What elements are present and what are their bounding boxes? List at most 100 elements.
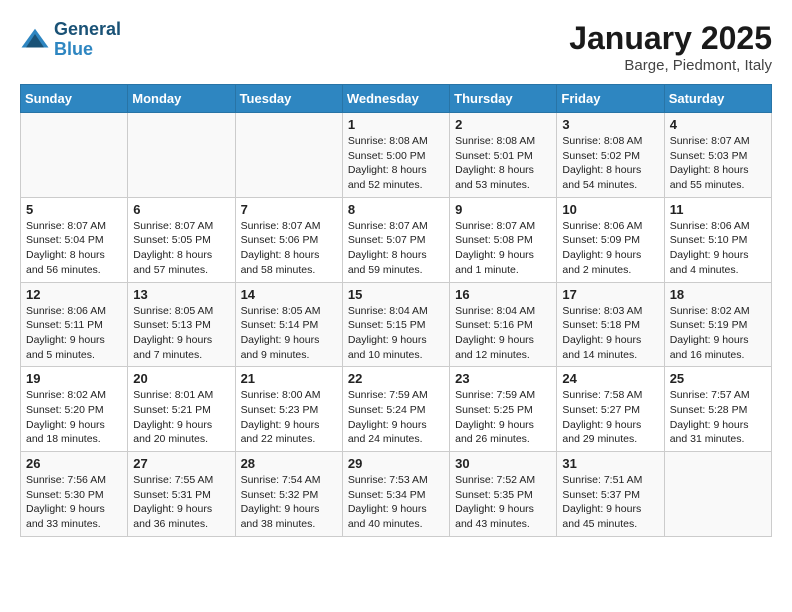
day-number: 9 bbox=[455, 202, 551, 217]
day-info: Sunrise: 7:56 AM Sunset: 5:30 PM Dayligh… bbox=[26, 473, 122, 532]
calendar-cell: 23 Sunrise: 7:59 AM Sunset: 5:25 PM Dayli… bbox=[450, 367, 557, 452]
day-info: Sunrise: 7:59 AM Sunset: 5:24 PM Dayligh… bbox=[348, 388, 444, 447]
logo-line1: General bbox=[54, 19, 121, 39]
day-info: Sunrise: 8:07 AM Sunset: 5:06 PM Dayligh… bbox=[241, 219, 337, 278]
day-info: Sunrise: 7:54 AM Sunset: 5:32 PM Dayligh… bbox=[241, 473, 337, 532]
day-info: Sunrise: 8:06 AM Sunset: 5:09 PM Dayligh… bbox=[562, 219, 658, 278]
day-info: Sunrise: 8:01 AM Sunset: 5:21 PM Dayligh… bbox=[133, 388, 229, 447]
calendar-cell: 12 Sunrise: 8:06 AM Sunset: 5:11 PM Dayli… bbox=[21, 282, 128, 367]
day-number: 16 bbox=[455, 287, 551, 302]
day-number: 25 bbox=[670, 371, 766, 386]
day-number: 21 bbox=[241, 371, 337, 386]
day-number: 11 bbox=[670, 202, 766, 217]
calendar-cell: 28 Sunrise: 7:54 AM Sunset: 5:32 PM Dayli… bbox=[235, 452, 342, 537]
calendar-cell: 27 Sunrise: 7:55 AM Sunset: 5:31 PM Dayli… bbox=[128, 452, 235, 537]
day-number: 7 bbox=[241, 202, 337, 217]
calendar-cell: 25 Sunrise: 7:57 AM Sunset: 5:28 PM Dayli… bbox=[664, 367, 771, 452]
calendar-cell: 6 Sunrise: 8:07 AM Sunset: 5:05 PM Daylig… bbox=[128, 197, 235, 282]
calendar-cell: 1Sunrise: 8:08 AM Sunset: 5:00 PM Daylig… bbox=[342, 113, 449, 198]
day-number: 22 bbox=[348, 371, 444, 386]
header-saturday: Saturday bbox=[664, 85, 771, 113]
day-info: Sunrise: 7:52 AM Sunset: 5:35 PM Dayligh… bbox=[455, 473, 551, 532]
month-title: January 2025 bbox=[569, 20, 772, 57]
header-sunday: Sunday bbox=[21, 85, 128, 113]
logo-line2: Blue bbox=[54, 39, 93, 59]
day-number: 18 bbox=[670, 287, 766, 302]
day-number: 29 bbox=[348, 456, 444, 471]
calendar-cell: 31 Sunrise: 7:51 AM Sunset: 5:37 PM Dayli… bbox=[557, 452, 664, 537]
day-number: 28 bbox=[241, 456, 337, 471]
header-wednesday: Wednesday bbox=[342, 85, 449, 113]
calendar-cell: 9Sunrise: 8:07 AM Sunset: 5:08 PM Daylig… bbox=[450, 197, 557, 282]
calendar-cell: 19 Sunrise: 8:02 AM Sunset: 5:20 PM Dayli… bbox=[21, 367, 128, 452]
calendar-cell: 22 Sunrise: 7:59 AM Sunset: 5:24 PM Dayli… bbox=[342, 367, 449, 452]
day-number: 6 bbox=[133, 202, 229, 217]
calendar-cell: 21 Sunrise: 8:00 AM Sunset: 5:23 PM Dayli… bbox=[235, 367, 342, 452]
calendar-week-3: 12 Sunrise: 8:06 AM Sunset: 5:11 PM Dayli… bbox=[21, 282, 772, 367]
day-info: Sunrise: 8:07 AM Sunset: 5:07 PM Dayligh… bbox=[348, 219, 444, 278]
calendar-week-2: 5Sunrise: 8:07 AM Sunset: 5:04 PM Daylig… bbox=[21, 197, 772, 282]
calendar-cell: 10 Sunrise: 8:06 AM Sunset: 5:09 PM Dayli… bbox=[557, 197, 664, 282]
day-number: 26 bbox=[26, 456, 122, 471]
day-number: 4 bbox=[670, 117, 766, 132]
day-info: Sunrise: 8:07 AM Sunset: 5:05 PM Dayligh… bbox=[133, 219, 229, 278]
logo-icon bbox=[20, 25, 50, 55]
location: Barge, Piedmont, Italy bbox=[569, 57, 772, 74]
calendar-cell: 24Sunrise: 7:58 AM Sunset: 5:27 PM Dayli… bbox=[557, 367, 664, 452]
day-info: Sunrise: 8:00 AM Sunset: 5:23 PM Dayligh… bbox=[241, 388, 337, 447]
day-info: Sunrise: 8:05 AM Sunset: 5:13 PM Dayligh… bbox=[133, 304, 229, 363]
day-number: 2 bbox=[455, 117, 551, 132]
day-info: Sunrise: 7:55 AM Sunset: 5:31 PM Dayligh… bbox=[133, 473, 229, 532]
day-number: 15 bbox=[348, 287, 444, 302]
header-friday: Friday bbox=[557, 85, 664, 113]
calendar-cell: 14Sunrise: 8:05 AM Sunset: 5:14 PM Dayli… bbox=[235, 282, 342, 367]
day-number: 17 bbox=[562, 287, 658, 302]
calendar-cell: 8 Sunrise: 8:07 AM Sunset: 5:07 PM Daylig… bbox=[342, 197, 449, 282]
calendar-table: SundayMondayTuesdayWednesdayThursdayFrid… bbox=[20, 84, 772, 537]
calendar-header-row: SundayMondayTuesdayWednesdayThursdayFrid… bbox=[21, 85, 772, 113]
day-number: 8 bbox=[348, 202, 444, 217]
day-number: 27 bbox=[133, 456, 229, 471]
calendar-cell: 30Sunrise: 7:52 AM Sunset: 5:35 PM Dayli… bbox=[450, 452, 557, 537]
day-number: 1 bbox=[348, 117, 444, 132]
day-info: Sunrise: 7:58 AM Sunset: 5:27 PM Dayligh… bbox=[562, 388, 658, 447]
day-info: Sunrise: 7:51 AM Sunset: 5:37 PM Dayligh… bbox=[562, 473, 658, 532]
calendar-cell: 3 Sunrise: 8:08 AM Sunset: 5:02 PM Daylig… bbox=[557, 113, 664, 198]
day-number: 12 bbox=[26, 287, 122, 302]
day-number: 3 bbox=[562, 117, 658, 132]
calendar-week-1: 1Sunrise: 8:08 AM Sunset: 5:00 PM Daylig… bbox=[21, 113, 772, 198]
calendar-cell: 2 Sunrise: 8:08 AM Sunset: 5:01 PM Daylig… bbox=[450, 113, 557, 198]
header-monday: Monday bbox=[128, 85, 235, 113]
calendar-week-5: 26 Sunrise: 7:56 AM Sunset: 5:30 PM Dayli… bbox=[21, 452, 772, 537]
header-tuesday: Tuesday bbox=[235, 85, 342, 113]
calendar-cell: 17Sunrise: 8:03 AM Sunset: 5:18 PM Dayli… bbox=[557, 282, 664, 367]
day-info: Sunrise: 8:04 AM Sunset: 5:16 PM Dayligh… bbox=[455, 304, 551, 363]
calendar-cell: 16 Sunrise: 8:04 AM Sunset: 5:16 PM Dayli… bbox=[450, 282, 557, 367]
day-info: Sunrise: 7:57 AM Sunset: 5:28 PM Dayligh… bbox=[670, 388, 766, 447]
day-info: Sunrise: 8:08 AM Sunset: 5:01 PM Dayligh… bbox=[455, 134, 551, 193]
calendar-cell bbox=[235, 113, 342, 198]
calendar-week-4: 19 Sunrise: 8:02 AM Sunset: 5:20 PM Dayli… bbox=[21, 367, 772, 452]
page-header: General Blue January 2025 Barge, Piedmon… bbox=[20, 20, 772, 74]
calendar-cell bbox=[128, 113, 235, 198]
logo: General Blue bbox=[20, 20, 121, 60]
day-info: Sunrise: 8:06 AM Sunset: 5:11 PM Dayligh… bbox=[26, 304, 122, 363]
calendar-cell bbox=[664, 452, 771, 537]
day-info: Sunrise: 8:06 AM Sunset: 5:10 PM Dayligh… bbox=[670, 219, 766, 278]
calendar-cell: 4 Sunrise: 8:07 AM Sunset: 5:03 PM Daylig… bbox=[664, 113, 771, 198]
day-info: Sunrise: 8:08 AM Sunset: 5:02 PM Dayligh… bbox=[562, 134, 658, 193]
header-thursday: Thursday bbox=[450, 85, 557, 113]
calendar-cell: 18Sunrise: 8:02 AM Sunset: 5:19 PM Dayli… bbox=[664, 282, 771, 367]
day-number: 19 bbox=[26, 371, 122, 386]
day-info: Sunrise: 8:07 AM Sunset: 5:03 PM Dayligh… bbox=[670, 134, 766, 193]
calendar-cell bbox=[21, 113, 128, 198]
day-number: 20 bbox=[133, 371, 229, 386]
day-info: Sunrise: 7:59 AM Sunset: 5:25 PM Dayligh… bbox=[455, 388, 551, 447]
calendar-cell: 20 Sunrise: 8:01 AM Sunset: 5:21 PM Dayli… bbox=[128, 367, 235, 452]
day-number: 31 bbox=[562, 456, 658, 471]
day-info: Sunrise: 8:02 AM Sunset: 5:20 PM Dayligh… bbox=[26, 388, 122, 447]
day-number: 13 bbox=[133, 287, 229, 302]
calendar-cell: 11 Sunrise: 8:06 AM Sunset: 5:10 PM Dayli… bbox=[664, 197, 771, 282]
day-number: 10 bbox=[562, 202, 658, 217]
day-number: 23 bbox=[455, 371, 551, 386]
